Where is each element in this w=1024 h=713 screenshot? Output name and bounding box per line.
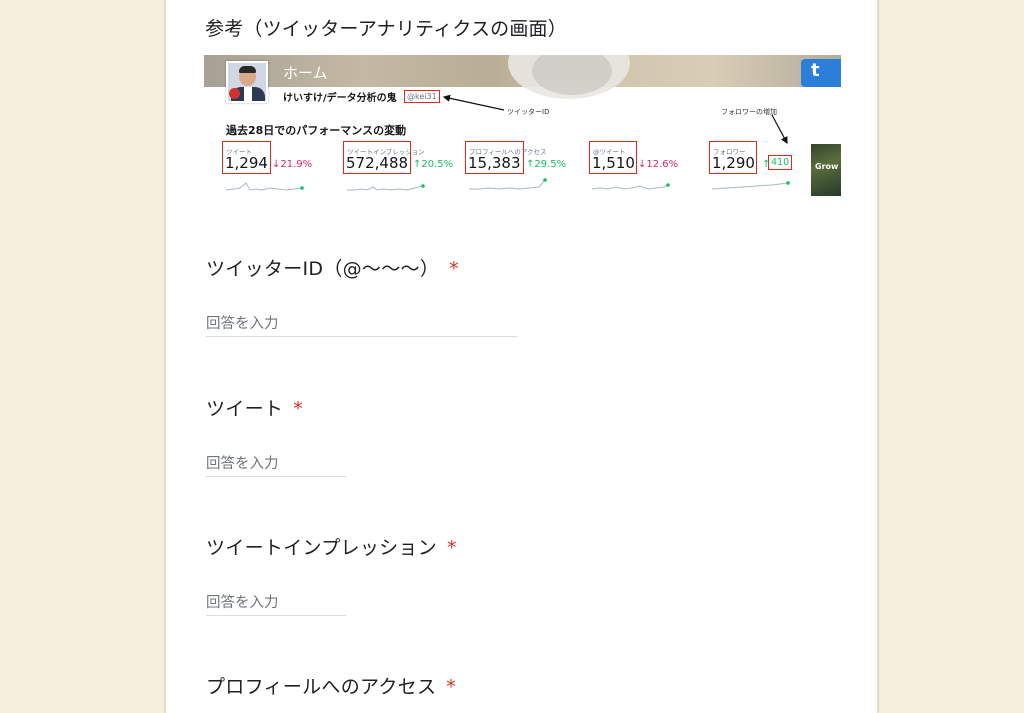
- reference-title: 参考（ツイッターアナリティクスの画面）: [205, 18, 567, 40]
- stat-value: 572,488: [346, 154, 409, 172]
- question-label: ツイートインプレッション: [206, 537, 438, 559]
- stat-change: ↑29.5%: [526, 159, 567, 170]
- sparkline-tweets: [226, 182, 304, 191]
- arrow-to-follower-increase: [771, 114, 788, 145]
- question-profile-visits-title: プロフィールへのアクセス *: [206, 672, 456, 699]
- thumbnail-image: Grow: [811, 144, 841, 196]
- form-card: 参考（ツイッターアナリティクスの画面） t ホーム けいすけ/データ分析の鬼 @…: [165, 0, 878, 713]
- question-label: ツイート: [206, 398, 284, 420]
- question-tweets-title: ツイート *: [206, 394, 303, 421]
- sparkline-profile-visits: [469, 178, 547, 190]
- sparkline-mentions: [592, 183, 670, 190]
- stat-value: 1,290: [712, 154, 755, 172]
- stat-change: ↓12.6%: [638, 159, 679, 170]
- answer-input-tweets[interactable]: 回答を入力: [206, 452, 346, 477]
- analytics-screenshot: t ホーム けいすけ/データ分析の鬼 @kei31 ツイッターID フォロワーの…: [204, 55, 841, 198]
- required-mark: *: [446, 676, 457, 698]
- stat-change-highlighted: 410: [768, 155, 793, 170]
- stat-value: 1,294: [225, 154, 268, 172]
- question-label: ツイッターID（@〜〜〜）: [206, 258, 440, 280]
- arrow-to-handle: [442, 94, 505, 111]
- question-label: プロフィールへのアクセス: [206, 676, 437, 698]
- required-mark: *: [449, 258, 459, 280]
- required-mark: *: [293, 398, 304, 420]
- answer-input-twitter-id[interactable]: 回答を入力: [206, 312, 517, 337]
- question-impressions-title: ツイートインプレッション *: [206, 533, 457, 560]
- sparkline-followers: [712, 181, 790, 190]
- question-twitter-id-title: ツイッターID（@〜〜〜） *: [206, 254, 459, 281]
- sparkline-impressions: [347, 184, 425, 191]
- stat-value: 15,383: [468, 154, 521, 172]
- performance-title: 過去28日でのパフォーマンスの変動: [226, 124, 407, 137]
- stat-change: ↑20.5%: [413, 159, 454, 170]
- stat-value: 1,510: [592, 154, 635, 172]
- thumbnail-text: Grow: [815, 162, 839, 171]
- stat-change: ↓21.9%: [272, 159, 313, 170]
- answer-input-impressions[interactable]: 回答を入力: [206, 591, 346, 616]
- required-mark: *: [447, 537, 457, 559]
